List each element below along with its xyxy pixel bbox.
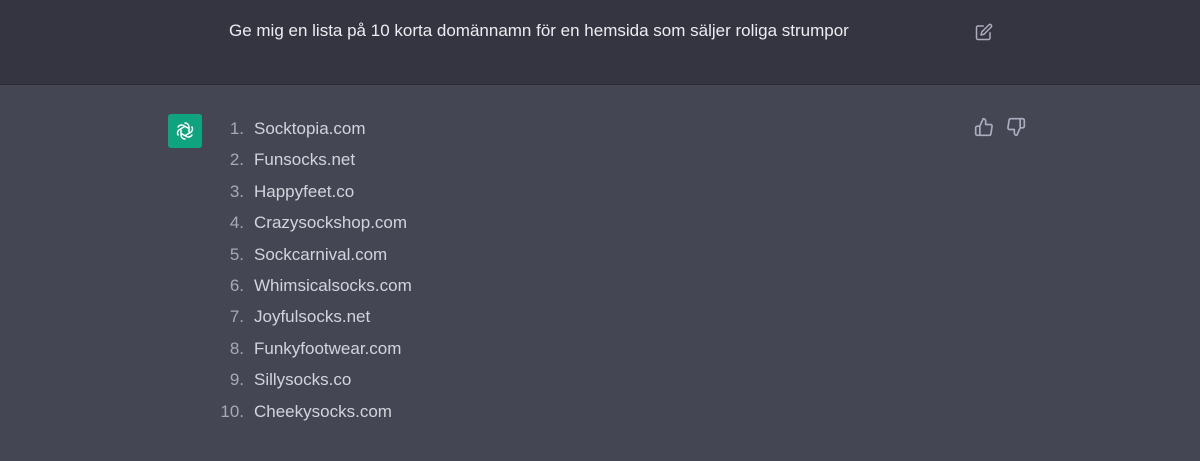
- thumbs-up-icon[interactable]: [974, 117, 994, 137]
- edit-icon[interactable]: [975, 23, 993, 41]
- answer-list: 1. Socktopia.com 2. Funsocks.net 3. Happ…: [212, 116, 412, 430]
- list-item: 5. Sockcarnival.com: [212, 242, 412, 273]
- list-item-text: Cheekysocks.com: [254, 401, 392, 421]
- list-item-number: 7.: [229, 307, 244, 327]
- assistant-avatar: [168, 114, 202, 148]
- list-item: 6. Whimsicalsocks.com: [212, 273, 412, 304]
- openai-logo-icon: [176, 122, 194, 140]
- list-item: 10. Cheekysocks.com: [212, 399, 412, 430]
- list-item-number: 3.: [229, 181, 244, 201]
- list-item-text: Crazysockshop.com: [254, 213, 408, 233]
- list-item: 8. Funkyfootwear.com: [212, 336, 412, 367]
- list-item: 1. Socktopia.com: [212, 116, 412, 147]
- list-item-number: 6.: [229, 275, 244, 295]
- list-item-text: Funsocks.net: [254, 150, 356, 170]
- list-item-text: Joyfulsocks.net: [254, 307, 371, 327]
- feedback-buttons: [974, 117, 1026, 137]
- list-item-number: 5.: [229, 244, 244, 264]
- list-item-text: Funkyfootwear.com: [254, 338, 402, 358]
- list-item: 9. Sillysocks.co: [212, 367, 412, 398]
- list-item: 4. Crazysockshop.com: [212, 210, 412, 241]
- list-item-number: 10.: [220, 401, 244, 421]
- list-item-number: 9.: [229, 370, 244, 390]
- thumbs-down-icon[interactable]: [1006, 117, 1026, 137]
- list-item: 2. Funsocks.net: [212, 147, 412, 178]
- list-item-text: Sockcarnival.com: [254, 244, 388, 264]
- list-item-text: Whimsicalsocks.com: [254, 275, 412, 295]
- list-item: 7. Joyfulsocks.net: [212, 304, 412, 335]
- list-item-number: 4.: [229, 213, 244, 233]
- list-item-text: Socktopia.com: [254, 119, 366, 138]
- list-item-text: Sillysocks.co: [254, 370, 352, 390]
- assistant-message-row: 1. Socktopia.com 2. Funsocks.net 3. Happ…: [0, 85, 1200, 461]
- user-message-text: Ge mig en lista på 10 korta domännamn fö…: [229, 21, 849, 40]
- list-item-number: 1.: [229, 119, 244, 138]
- list-item-number: 2.: [229, 150, 244, 170]
- list-item: 3. Happyfeet.co: [212, 179, 412, 210]
- user-message-row: Ge mig en lista på 10 korta domännamn fö…: [0, 0, 1200, 85]
- list-item-number: 8.: [229, 338, 244, 358]
- list-item-text: Happyfeet.co: [254, 181, 355, 201]
